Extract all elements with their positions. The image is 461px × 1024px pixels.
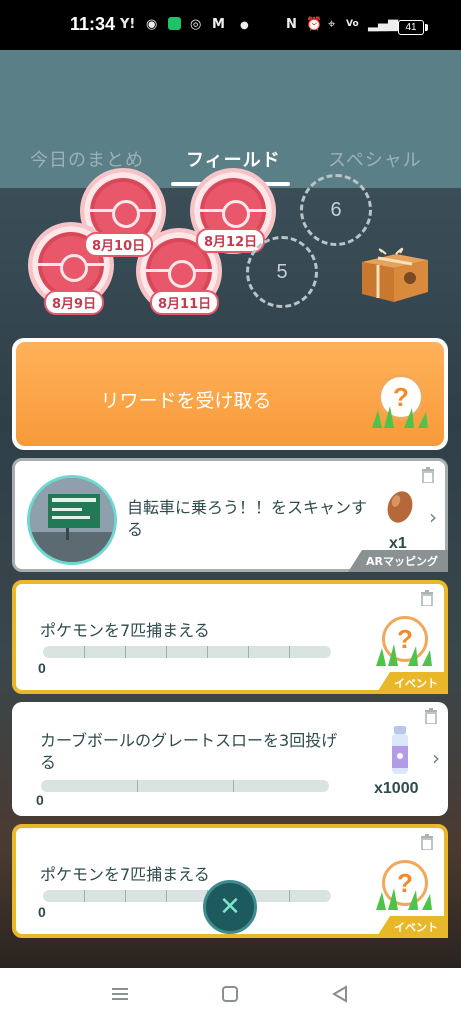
task-card-curveball-throw[interactable]: カーブボールのグレートスローを3回投げる 0 x1000 ›: [12, 702, 448, 816]
progress-count: 0: [38, 660, 46, 676]
gmail-icon: M: [212, 17, 225, 32]
progress-count: 0: [36, 792, 44, 808]
chevron-right-icon: ›: [429, 505, 437, 529]
stamp-date-1: 8月9日: [44, 290, 105, 315]
dot-icon: ●: [240, 20, 249, 31]
parcel-box-icon: [362, 247, 428, 302]
progress-count: 0: [38, 904, 46, 920]
task-card-catch-pokemon[interactable]: ポケモンを7匹捕まえる 0 ? イベント: [12, 580, 448, 694]
battery-icon: 41: [398, 20, 428, 35]
trash-icon[interactable]: [424, 708, 438, 724]
stamp-date-2: 8月10日: [84, 232, 154, 257]
progress-bar: [43, 890, 331, 902]
home-icon[interactable]: [220, 984, 240, 1004]
trash-icon[interactable]: [420, 590, 434, 606]
reward-amount: x1000: [374, 780, 419, 797]
upcoming-day-6: 6: [300, 174, 372, 246]
upcoming-day-5: 5: [246, 236, 318, 308]
trash-icon[interactable]: [420, 834, 434, 850]
stamp-date-3: 8月11日: [150, 290, 220, 315]
android-nav-bar: [0, 968, 461, 1024]
location-icon: ⌖: [328, 17, 336, 32]
task-tag: イベント: [376, 672, 448, 694]
task-title: 自転車に乗ろう！！をスキャンする: [127, 498, 368, 539]
task-thumbnail: [27, 475, 117, 565]
chevron-right-icon: ›: [432, 746, 440, 770]
task-title: ポケモンを7匹捕まえる: [40, 865, 210, 884]
yahoo-icon: Y!: [120, 17, 136, 32]
trash-icon[interactable]: [421, 467, 435, 483]
volte-icon: Vo: [346, 19, 359, 29]
close-button[interactable]: ✕: [203, 880, 257, 934]
tab-special[interactable]: スペシャル: [328, 146, 422, 172]
eye-icon: ◉: [146, 17, 158, 32]
task-tag: イベント: [376, 916, 448, 938]
task-title: カーブボールのグレートスローを3回投げる: [40, 731, 338, 772]
grass-icon: [376, 644, 432, 666]
pinap-berry-icon: [387, 491, 413, 523]
alarm-icon: ⏰: [306, 17, 323, 32]
chat-icon: ◎: [190, 17, 202, 32]
claim-reward-label: リワードを受け取る: [100, 390, 272, 412]
claim-reward-button[interactable]: リワードを受け取る ?: [12, 338, 448, 450]
progress-bar: [41, 780, 329, 792]
line-icon: [168, 17, 181, 34]
grass-icon: [376, 888, 432, 910]
signal-4g-icon: ▂▄▆: [368, 17, 398, 32]
task-card-ar-scan[interactable]: 自転車に乗ろう！！をスキャンする x1 › ARマッピング: [12, 458, 448, 572]
close-icon: ✕: [219, 892, 241, 922]
nfc-icon: N: [286, 17, 297, 32]
status-bar: 11:34 Y! ◉ ◎ M ● N ⏰ ⌖ Vo ▂▄▆ 41: [0, 0, 461, 50]
grass-icon: [372, 406, 428, 428]
clock: 11:34: [70, 14, 116, 34]
task-tag: ARマッピング: [348, 550, 448, 572]
progress-bar: [43, 646, 331, 658]
back-icon[interactable]: [330, 984, 350, 1004]
task-title: ポケモンを7匹捕まえる: [40, 621, 210, 640]
stardust-icon: [392, 726, 408, 774]
menu-icon[interactable]: [110, 984, 130, 1004]
